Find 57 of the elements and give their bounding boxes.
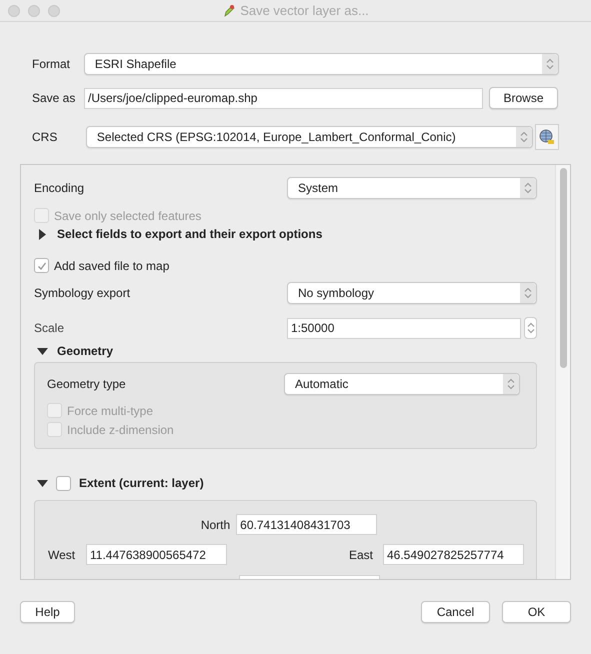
encoding-label: Encoding [34,180,86,197]
north-field[interactable]: 60.74131408431703 [236,514,378,535]
checkbox[interactable] [56,476,71,490]
zoom-window-icon[interactable] [48,4,60,16]
cancel-button[interactable]: Cancel [421,601,490,623]
geometry-type-label: Geometry type [47,376,127,393]
dropdown-value: ESRI Shapefile [94,56,178,73]
dropdown-value: No symbology [297,285,376,302]
west-field[interactable]: 11.447638900565472 [86,544,227,565]
ok-button[interactable]: OK [502,601,571,623]
dropdown-value: Automatic [294,376,350,393]
scale-label: Scale [34,320,66,337]
minimize-window-icon[interactable] [28,4,40,16]
encoding-dropdown[interactable]: System [287,177,537,199]
close-window-icon[interactable] [8,4,20,16]
crs-selector-button[interactable] [535,124,559,150]
browse-button[interactable]: Browse [489,87,558,109]
stepper-arrows-icon [546,58,554,70]
file-path-field[interactable]: /Users/joe/clipped-euromap.shp [84,88,483,108]
scrollbar[interactable] [555,165,570,579]
east-label: East [348,546,373,564]
window-title: Save vector layer as... [240,2,369,20]
north-label: North [200,516,230,534]
symbology-label: Symbology export [34,285,132,302]
checkmark-icon [36,260,46,270]
collapse-triangle-icon[interactable] [37,478,48,488]
globe-icon [539,129,556,145]
format-label: Format [32,56,72,73]
expand-triangle-icon[interactable] [37,228,48,240]
scale-field[interactable]: 1:50000 [287,318,521,338]
checkbox-label: Force multi-type [67,402,154,420]
west-label: West [48,546,76,564]
pencil-icon [222,4,236,18]
symbology-dropdown[interactable]: No symbology [287,282,537,304]
checkbox-label: Include z-dimension [67,422,174,438]
geometry-type-dropdown[interactable]: Automatic [284,373,520,395]
crs-label: CRS [32,129,58,146]
stepper-arrows-icon [526,322,534,334]
stepper-arrows-icon [524,287,532,299]
checkbox-label: Add saved file to map [54,258,170,274]
collapse-triangle-icon[interactable] [37,346,48,356]
format-dropdown[interactable]: ESRI Shapefile [84,53,559,75]
section-header[interactable]: Select fields to export and their export options [57,225,322,243]
checkbox[interactable] [34,258,49,273]
section-header[interactable]: Geometry [57,342,114,360]
save-as-label: Save as [32,90,76,107]
east-field[interactable]: 46.549027825257774 [383,544,524,565]
spin-button[interactable] [524,317,537,339]
section-header[interactable]: Extent (current: layer) [79,474,204,492]
dropdown-value: System [297,180,340,197]
crs-dropdown[interactable]: Selected CRS (EPSG:102014, Europe_Lambert_Conformal_Conic) [86,126,534,148]
help-button[interactable]: Help [20,601,75,623]
dropdown-value: Selected CRS (EPSG:102014, Europe_Lambert_Conformal_Conic) [96,129,457,146]
checkbox-label: Save only selected features [54,208,202,224]
stepper-arrows-icon [524,182,532,194]
stepper-arrows-icon [507,378,515,390]
stepper-arrows-icon [520,131,528,143]
